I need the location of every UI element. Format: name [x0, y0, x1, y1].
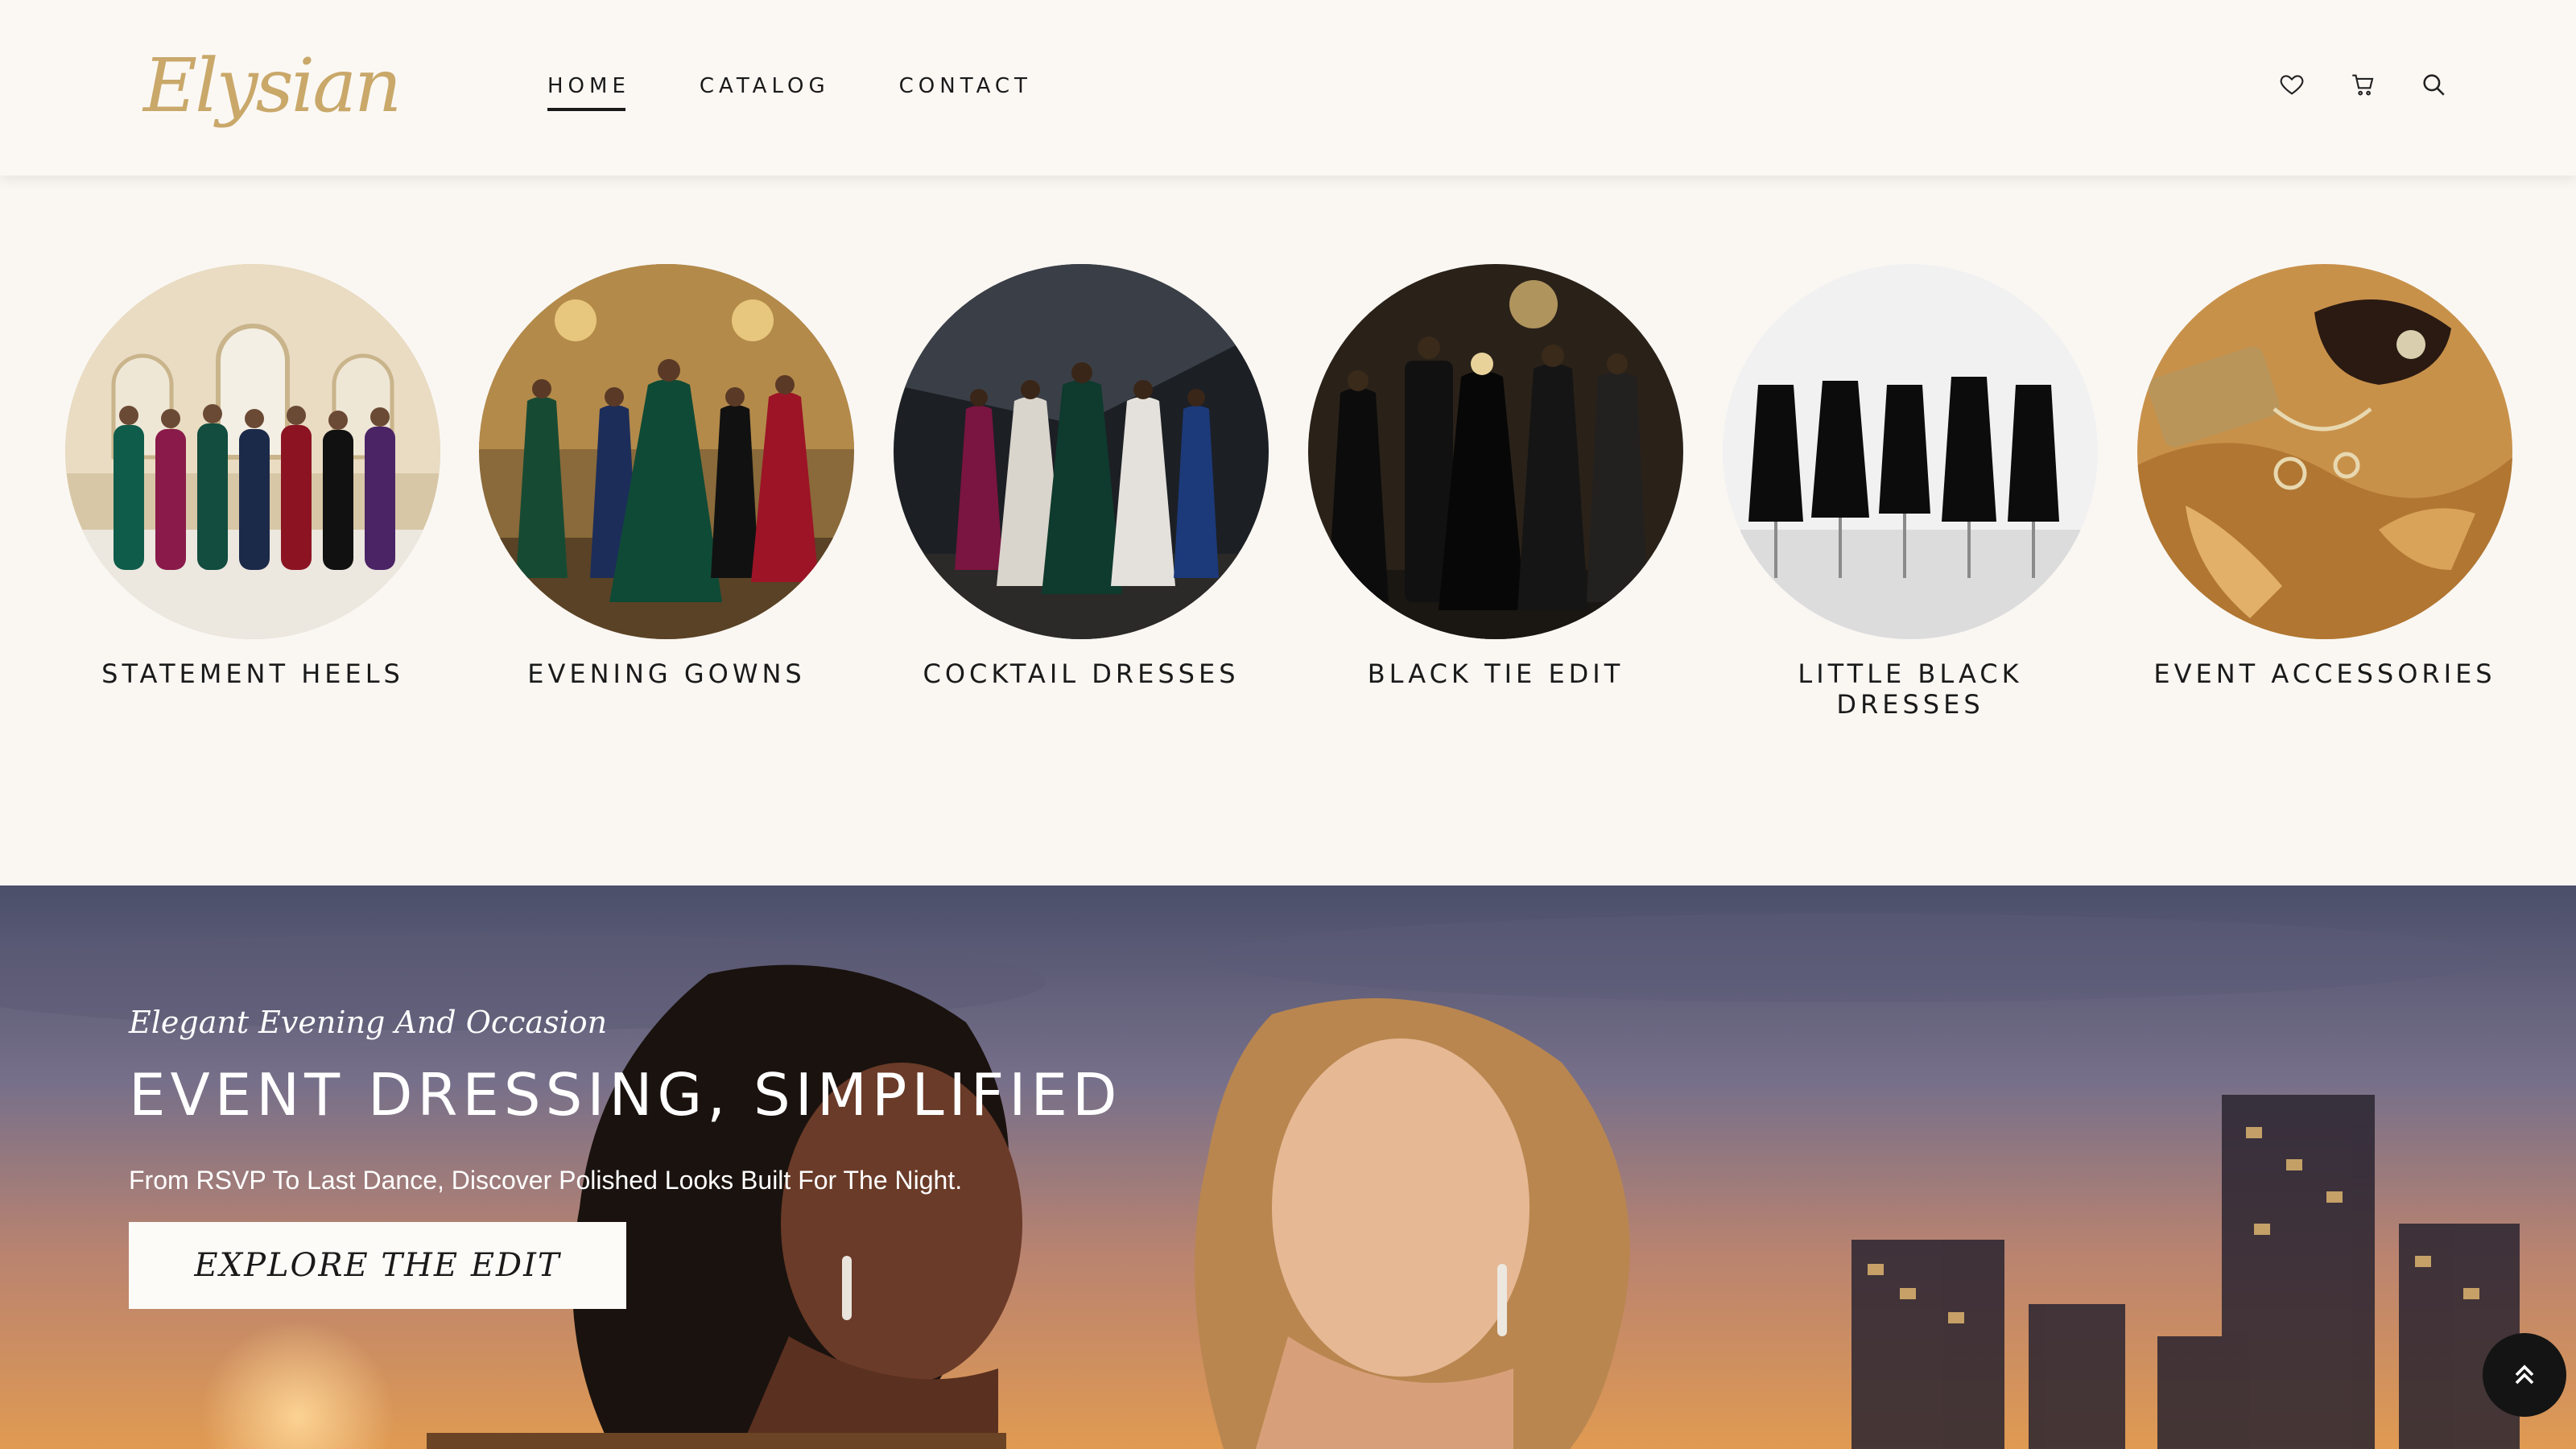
category-section: STATEMENT HEELS EVENING GOWNS COCKTAIL D…: [0, 175, 2576, 884]
search-icon[interactable]: [2420, 71, 2447, 98]
nav-catalog[interactable]: CATALOG: [700, 74, 830, 111]
explore-the-edit-button[interactable]: EXPLORE THE EDIT: [129, 1222, 626, 1309]
category-statement-heels[interactable]: STATEMENT HEELS: [64, 264, 441, 689]
category-image[interactable]: [479, 264, 854, 639]
category-image[interactable]: [894, 264, 1269, 639]
category-image[interactable]: [1308, 264, 1683, 639]
header-icons: [2278, 71, 2447, 98]
category-image[interactable]: [65, 264, 440, 639]
heart-icon[interactable]: [2278, 71, 2306, 98]
logo-text[interactable]: Elysian: [143, 42, 402, 130]
nav-contact[interactable]: CONTACT: [899, 74, 1032, 111]
hero-banner: Elegant Evening And Occasion EVENT DRESS…: [0, 886, 2576, 1449]
cart-icon[interactable]: [2349, 71, 2376, 98]
brand-logo[interactable]: Elysian: [134, 39, 402, 135]
category-evening-gowns[interactable]: EVENING GOWNS: [478, 264, 855, 689]
category-label[interactable]: LITTLE BLACK DRESSES: [1722, 658, 2099, 720]
category-label[interactable]: STATEMENT HEELS: [64, 658, 441, 689]
category-event-accessories[interactable]: EVENT ACCESSORIES: [2136, 264, 2513, 689]
category-little-black-dresses[interactable]: LITTLE BLACK DRESSES: [1722, 264, 2099, 720]
category-image[interactable]: [1723, 264, 2098, 639]
nav-home[interactable]: HOME: [547, 74, 630, 111]
site-header: Elysian HOME CATALOG CONTACT: [0, 0, 2576, 175]
category-black-tie-edit[interactable]: BLACK TIE EDIT: [1307, 264, 1684, 689]
hero-subtitle: Elegant Evening And Occasion: [129, 1005, 608, 1040]
category-label[interactable]: COCKTAIL DRESSES: [893, 658, 1269, 689]
main-nav: HOME CATALOG CONTACT: [547, 74, 1101, 111]
hero-description: From RSVP To Last Dance, Discover Polish…: [129, 1166, 963, 1195]
category-label[interactable]: BLACK TIE EDIT: [1307, 658, 1684, 689]
category-label[interactable]: EVENT ACCESSORIES: [2136, 658, 2513, 689]
double-chevron-up-icon: [2515, 1364, 2534, 1385]
category-image[interactable]: [2137, 264, 2512, 639]
category-cocktail-dresses[interactable]: COCKTAIL DRESSES: [893, 264, 1269, 689]
scroll-to-top-button[interactable]: [2483, 1333, 2566, 1417]
category-label[interactable]: EVENING GOWNS: [478, 658, 855, 689]
hero-title: EVENT DRESSING, SIMPLIFIED: [129, 1061, 1122, 1129]
